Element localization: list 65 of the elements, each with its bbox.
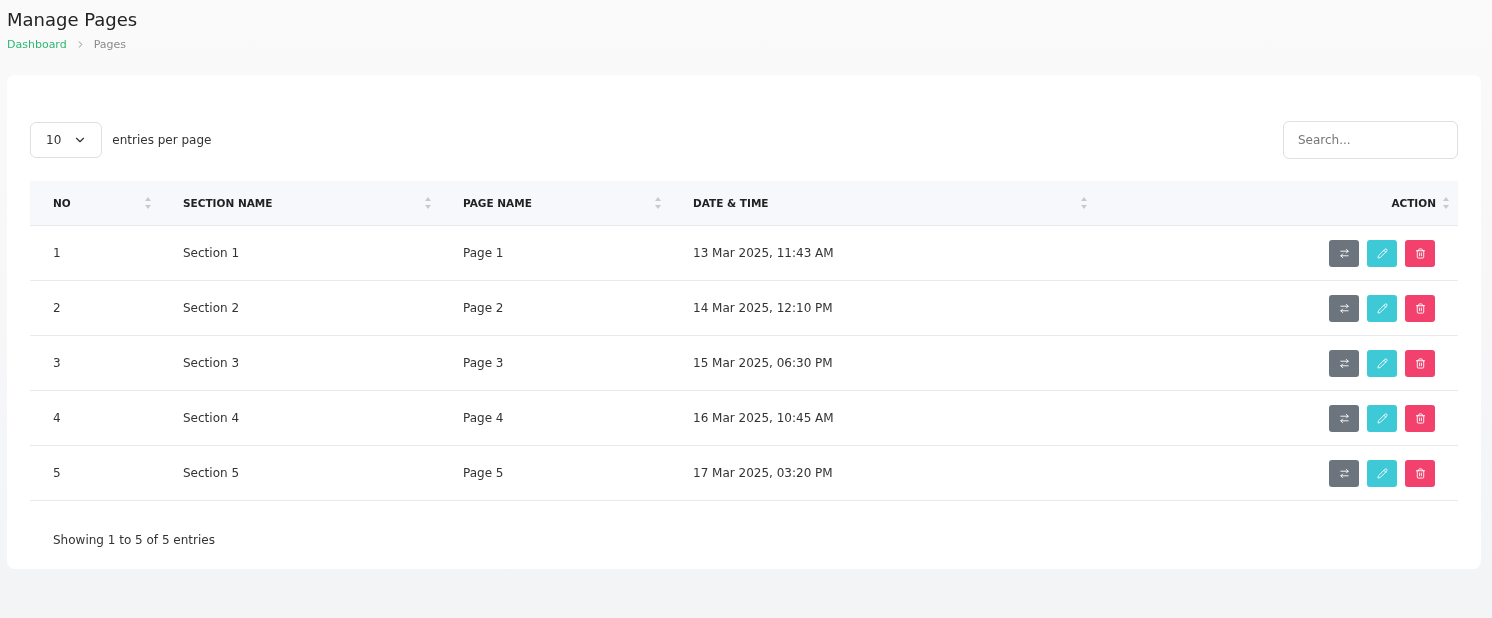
table-cell: 2 <box>30 280 160 336</box>
trash-icon <box>1414 412 1426 424</box>
column-header-label: NO <box>53 197 71 209</box>
trash-icon <box>1414 247 1426 259</box>
edit-button[interactable] <box>1367 239 1397 267</box>
swap-arrows-icon <box>1338 357 1350 369</box>
swap-arrows-icon <box>1338 247 1350 259</box>
table-cell: Section 1 <box>160 225 440 281</box>
edit-button[interactable] <box>1367 349 1397 377</box>
table-cell: Section 5 <box>160 445 440 501</box>
table-cell: Section 4 <box>160 390 440 446</box>
entries-summary: Showing 1 to 5 of 5 entries <box>52 532 216 547</box>
table-cell: Section 2 <box>160 280 440 336</box>
table-cell: Page 4 <box>440 390 670 446</box>
delete-button[interactable] <box>1405 294 1435 322</box>
table-cell: Page 1 <box>440 225 670 281</box>
table-cell: 15 Mar 2025, 06:30 PM <box>670 335 1096 391</box>
column-header-label: PAGE NAME <box>463 197 532 209</box>
table-cell: Section 3 <box>160 335 440 391</box>
table-cell: 14 Mar 2025, 12:10 PM <box>670 280 1096 336</box>
swap-button[interactable] <box>1329 459 1359 487</box>
swap-button[interactable] <box>1329 349 1359 377</box>
column-header[interactable]: PAGE NAME <box>440 181 670 226</box>
swap-button[interactable] <box>1329 404 1359 432</box>
edit-button[interactable] <box>1367 404 1397 432</box>
trash-icon <box>1414 467 1426 479</box>
pencil-icon <box>1376 247 1388 259</box>
table-cell: Page 3 <box>440 335 670 391</box>
column-header-label: DATE & TIME <box>693 197 769 209</box>
page-title: Manage Pages <box>7 8 139 32</box>
pencil-icon <box>1376 412 1388 424</box>
pencil-icon <box>1376 302 1388 314</box>
page-size-select[interactable]: 10 <box>30 122 103 158</box>
edit-button[interactable] <box>1367 294 1397 322</box>
table-cell: 1 <box>30 225 160 281</box>
trash-icon <box>1414 302 1426 314</box>
table-cell: 3 <box>30 335 160 391</box>
edit-button[interactable] <box>1367 459 1397 487</box>
delete-button[interactable] <box>1405 239 1435 267</box>
column-header[interactable]: DATE & TIME <box>670 181 1096 226</box>
pencil-icon <box>1376 467 1388 479</box>
table-cell: 4 <box>30 390 160 446</box>
column-header[interactable]: SECTION NAME <box>160 181 440 226</box>
swap-arrows-icon <box>1338 412 1350 424</box>
table-cell: Page 5 <box>440 445 670 501</box>
column-header[interactable]: NO <box>30 181 160 226</box>
pencil-icon <box>1376 357 1388 369</box>
table-cell: 5 <box>30 445 160 501</box>
search-field[interactable]: Search... <box>1283 121 1458 159</box>
delete-button[interactable] <box>1405 404 1435 432</box>
delete-button[interactable] <box>1405 349 1435 377</box>
trash-icon <box>1414 357 1426 369</box>
table-cell: 16 Mar 2025, 10:45 AM <box>670 390 1096 446</box>
column-header-label: SECTION NAME <box>183 197 273 209</box>
swap-button[interactable] <box>1329 294 1359 322</box>
delete-button[interactable] <box>1405 459 1435 487</box>
swap-arrows-icon <box>1338 467 1350 479</box>
swap-arrows-icon <box>1338 302 1350 314</box>
table-cell: Page 2 <box>440 280 670 336</box>
swap-button[interactable] <box>1329 239 1359 267</box>
table-cell: 13 Mar 2025, 11:43 AM <box>670 225 1096 281</box>
table-cell: 17 Mar 2025, 03:20 PM <box>670 445 1096 501</box>
column-header-label: ACTION <box>1391 197 1436 209</box>
entries-label: entries per page <box>112 133 212 147</box>
column-header[interactable]: ACTION <box>1096 181 1458 226</box>
